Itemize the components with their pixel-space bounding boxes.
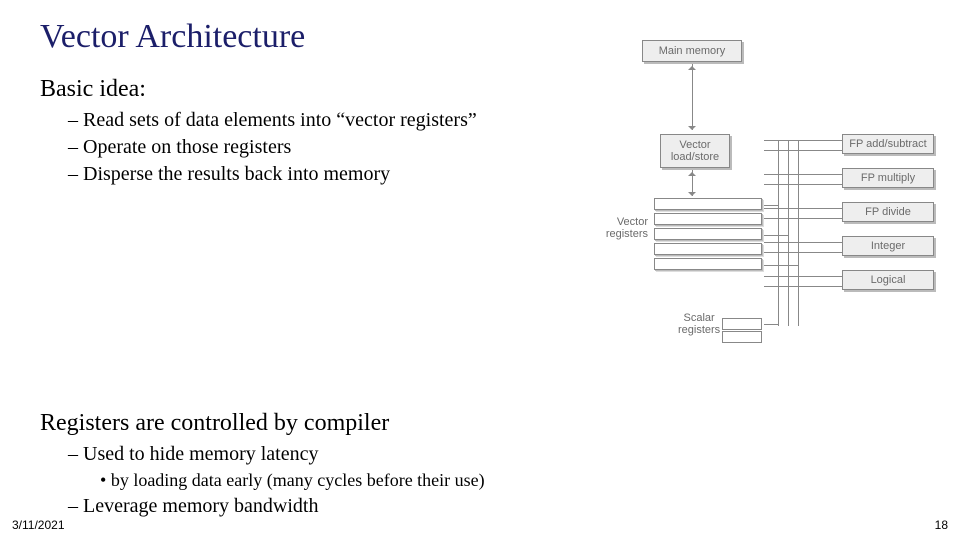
bullet-item: Read sets of data elements into “vector … (68, 109, 560, 132)
main-memory-box: Main memory (642, 40, 742, 62)
architecture-diagram: Main memory Vector load/store Vector reg… (582, 40, 952, 390)
arrow-up-icon (688, 62, 696, 70)
bullet-item: Operate on those registers (68, 136, 560, 159)
scalar-registers-label: Scalar registers (678, 312, 720, 336)
connector-line (764, 286, 842, 287)
connector-line (788, 140, 789, 326)
connector-line (764, 184, 842, 185)
section1-heading: Basic idea: (40, 76, 560, 103)
bullet-item: Disperse the results back into memory (68, 163, 560, 186)
slide: Vector Architecture Basic idea: Read set… (0, 0, 960, 540)
connector-line (764, 174, 842, 175)
connector-line (764, 265, 798, 266)
connector-line (764, 324, 778, 325)
scalar-register-row (722, 331, 762, 343)
connector-line (764, 208, 842, 209)
fp-multiply-box: FP multiply (842, 168, 934, 188)
vector-register-row (654, 213, 762, 225)
connector-line (798, 140, 799, 326)
connector-line (764, 150, 842, 151)
left-column: Basic idea: Read sets of data elements i… (40, 70, 560, 390)
connector-line (764, 235, 788, 236)
connector-line (692, 64, 693, 130)
connector-line (778, 140, 779, 326)
connector-line (764, 242, 842, 243)
arrow-down-icon (688, 126, 696, 134)
connector-line (764, 140, 842, 141)
footer: 3/11/2021 18 (12, 518, 948, 532)
right-column: Main memory Vector load/store Vector reg… (576, 70, 952, 390)
content-row: Basic idea: Read sets of data elements i… (40, 70, 920, 390)
bullet-item: Used to hide memory latency (68, 443, 920, 466)
vector-registers-label: Vector registers (590, 216, 648, 240)
connector-line (764, 276, 842, 277)
fp-add-subtract-box: FP add/subtract (842, 134, 934, 154)
bullet-item: Leverage memory bandwidth (68, 495, 920, 518)
scalar-register-row (722, 318, 762, 330)
fp-divide-box: FP divide (842, 202, 934, 222)
vector-register-row (654, 243, 762, 255)
vector-register-row (654, 258, 762, 270)
integer-box: Integer (842, 236, 934, 256)
vector-register-row (654, 228, 762, 240)
connector-line (764, 252, 842, 253)
footer-page-number: 18 (935, 518, 948, 532)
vector-register-row (654, 198, 762, 210)
vector-load-store-box: Vector load/store (660, 134, 730, 168)
connector-line (764, 205, 778, 206)
connector-line (764, 218, 842, 219)
section2-heading: Registers are controlled by compiler (40, 410, 920, 437)
arrow-up-icon (688, 168, 696, 176)
sub-bullet-item: by loading data early (many cycles befor… (100, 470, 920, 491)
footer-date: 3/11/2021 (12, 518, 65, 532)
logical-box: Logical (842, 270, 934, 290)
